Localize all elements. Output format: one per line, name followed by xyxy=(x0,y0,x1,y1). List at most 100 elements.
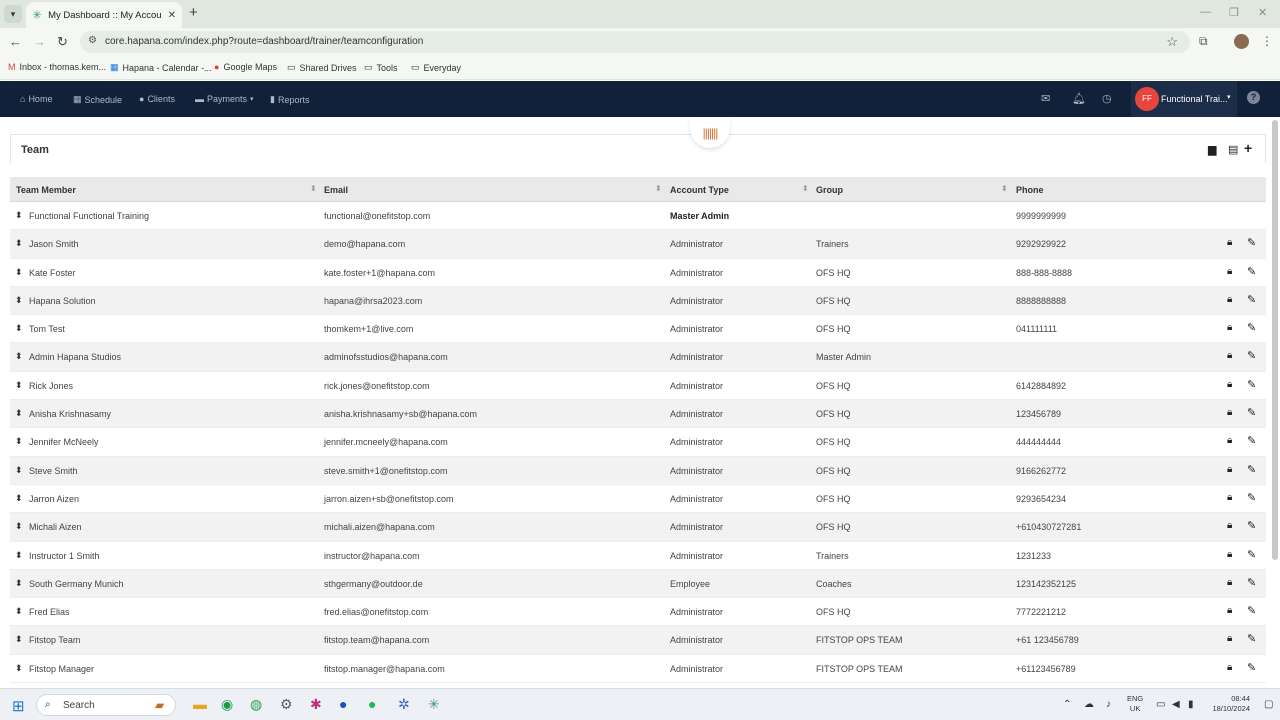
nav-payments[interactable]: ▬ Payments ▾ xyxy=(195,94,254,104)
document-icon[interactable]: ▤ xyxy=(1228,143,1238,156)
table-row[interactable]: ⬍ Jennifer McNeely jennifer.mcneely@hapana… xyxy=(10,428,1266,457)
column-email[interactable]: Email xyxy=(324,185,348,195)
lock-icon[interactable]: 🔒︎ xyxy=(1227,407,1232,418)
nav-reports[interactable]: ▮ Reports xyxy=(270,94,309,105)
lock-icon[interactable]: 🔒︎ xyxy=(1227,435,1232,446)
settings-icon[interactable]: ⚙ xyxy=(280,696,293,713)
lock-icon[interactable]: 🔒︎ xyxy=(1227,294,1232,305)
table-row[interactable]: ⬍ Instructor 1 Smith instructor@hapana.com… xyxy=(10,542,1266,570)
drag-handle-icon[interactable]: ⬍ xyxy=(15,578,23,589)
lock-icon[interactable]: 🔒︎ xyxy=(1227,605,1232,616)
cell-member[interactable]: Fitstop Team xyxy=(29,635,80,645)
cloud-icon[interactable]: ☁ xyxy=(1084,699,1094,710)
drag-handle-icon[interactable]: ⬍ xyxy=(15,295,23,306)
edit-pencil-icon[interactable]: ✎ xyxy=(1247,378,1256,391)
cell-member[interactable]: Kate Foster xyxy=(29,268,76,278)
tab-close-icon[interactable]: ✕ xyxy=(168,10,176,21)
drag-handle-icon[interactable]: ⬍ xyxy=(15,238,23,249)
lock-icon[interactable]: 🔒︎ xyxy=(1227,379,1232,390)
edit-pencil-icon[interactable]: ✎ xyxy=(1247,604,1256,617)
file-explorer-icon[interactable]: ▬ xyxy=(193,696,207,712)
bookmark-google-maps[interactable]: ● Google Maps xyxy=(214,62,277,72)
reload-icon[interactable]: ↻ xyxy=(57,34,68,50)
hapana-app-icon[interactable]: ✳ xyxy=(428,696,440,713)
drag-handle-icon[interactable]: ⬍ xyxy=(15,351,23,362)
lock-icon[interactable]: 🔒︎ xyxy=(1227,520,1232,531)
table-row[interactable]: ⬍ Hapana Solution hapana@ihrsa2023.com Admi… xyxy=(10,286,1266,316)
cell-member[interactable]: Fitstop Manager xyxy=(29,664,94,674)
sort-icon[interactable]: ⬍ xyxy=(310,184,317,193)
tray-chevron-icon[interactable]: ⌃ xyxy=(1063,699,1071,710)
cell-member[interactable]: Steve Smith xyxy=(29,466,78,476)
chrome-icon[interactable]: ◉ xyxy=(221,696,233,713)
drag-handle-icon[interactable]: ⬍ xyxy=(15,436,23,447)
nav-schedule[interactable]: ▦ Schedule xyxy=(73,94,122,105)
column-group[interactable]: Group xyxy=(816,185,843,195)
whatsapp-icon[interactable]: ◍ xyxy=(250,696,262,713)
lock-icon[interactable]: 🔒︎ xyxy=(1227,322,1232,333)
close-window-icon[interactable]: ✕ xyxy=(1258,6,1267,19)
slack-icon[interactable]: ✱ xyxy=(310,696,322,713)
drag-handle-icon[interactable]: ⬍ xyxy=(15,521,23,532)
cell-member[interactable]: Anisha Krishnasamy xyxy=(29,409,111,419)
cell-member[interactable]: Jennifer McNeely xyxy=(29,437,99,447)
edit-pencil-icon[interactable]: ✎ xyxy=(1247,406,1256,419)
sort-icon[interactable]: ⬍ xyxy=(1001,184,1008,193)
drag-handle-icon[interactable]: ⬍ xyxy=(15,465,23,476)
bookmark-everyday[interactable]: ▭ Everyday xyxy=(411,62,461,73)
lock-icon[interactable]: 🔒︎ xyxy=(1227,662,1232,673)
page-scrollbar[interactable] xyxy=(1272,120,1278,560)
table-row[interactable]: ⬍ Fitstop Manager fitstop.manager@hapana.c… xyxy=(10,655,1266,684)
cell-member[interactable]: Instructor 1 Smith xyxy=(29,551,100,561)
bookmark-inbox[interactable]: M Inbox - thomas.kem... xyxy=(8,62,106,72)
sort-icon[interactable]: ⬍ xyxy=(802,184,809,193)
table-row[interactable]: ⬍ Admin Hapana Studios adminofsstudios@hap… xyxy=(10,343,1266,372)
system-clock[interactable]: 08:44 18/10/2024 xyxy=(1208,694,1250,714)
cell-member[interactable]: Michali Aizen xyxy=(29,522,82,532)
app-gear-icon[interactable]: ✲ xyxy=(398,696,410,713)
browser-menu-icon[interactable]: ⋮ xyxy=(1261,34,1273,48)
spotify-icon[interactable]: ● xyxy=(368,696,376,712)
column-phone[interactable]: Phone xyxy=(1016,185,1044,195)
drag-handle-icon[interactable]: ⬍ xyxy=(15,634,23,645)
nav-clients[interactable]: ● Clients xyxy=(139,94,175,104)
drag-handle-icon[interactable]: ⬍ xyxy=(15,606,23,617)
lock-icon[interactable]: 🔒︎ xyxy=(1227,350,1232,361)
table-row[interactable]: ⬍ Jarron Aizen jarron.aizen+sb@onefitstop.… xyxy=(10,485,1266,514)
cell-member[interactable]: Admin Hapana Studios xyxy=(29,352,121,362)
address-bar[interactable]: ⚙ core.hapana.com/index.php?route=dashbo… xyxy=(80,31,1190,53)
language-indicator[interactable]: ENG UK xyxy=(1127,694,1143,714)
bookmark-calendar[interactable]: ▦ Hapana - Calendar -... xyxy=(110,62,212,73)
help-icon[interactable]: ? xyxy=(1247,91,1260,104)
lock-icon[interactable]: 🔒︎ xyxy=(1227,633,1232,644)
table-row[interactable]: ⬍ Anisha Krishnasamy anisha.krishnasamy+sb… xyxy=(10,400,1266,429)
taskbar-search[interactable]: ⌕ Search ▰ xyxy=(36,694,176,716)
bell-icon[interactable]: 🔔︎ xyxy=(1072,92,1086,105)
lock-icon[interactable]: 🔒︎ xyxy=(1227,464,1232,475)
microphone-icon[interactable]: ♪ xyxy=(1106,699,1111,710)
drag-handle-icon[interactable]: ⬍ xyxy=(15,210,23,221)
edit-pencil-icon[interactable]: ✎ xyxy=(1247,576,1256,589)
zoom-icon[interactable]: ● xyxy=(339,696,347,712)
drag-handle-icon[interactable]: ⬍ xyxy=(15,380,23,391)
edit-pencil-icon[interactable]: ✎ xyxy=(1247,548,1256,561)
bookmark-shared-drives[interactable]: ▭ Shared Drives xyxy=(287,62,357,73)
battery-icon[interactable]: ▮ xyxy=(1188,699,1194,710)
drag-handle-icon[interactable]: ⬍ xyxy=(15,267,23,278)
browser-tab-active[interactable]: ✳ My Dashboard :: My Account ✕ xyxy=(26,2,182,28)
edit-pencil-icon[interactable]: ✎ xyxy=(1247,519,1256,532)
bookmark-tools[interactable]: ▭ Tools xyxy=(364,62,398,73)
table-row[interactable]: ⬍ Rick Jones rick.jones@onefitstop.com Admi… xyxy=(10,372,1266,401)
drag-handle-icon[interactable]: ⬍ xyxy=(15,323,23,334)
edit-pencil-icon[interactable]: ✎ xyxy=(1247,265,1256,278)
site-settings-icon[interactable]: ⚙ xyxy=(88,35,97,46)
drag-handle-icon[interactable]: ⬍ xyxy=(15,663,23,674)
bookmark-star-icon[interactable]: ☆ xyxy=(1166,34,1178,50)
table-row[interactable]: ⬍ Fitstop Team fitstop.team@hapana.com Admi… xyxy=(10,626,1266,655)
cell-member[interactable]: Rick Jones xyxy=(29,381,73,391)
edit-pencil-icon[interactable]: ✎ xyxy=(1247,463,1256,476)
lock-icon[interactable]: 🔒︎ xyxy=(1227,549,1232,560)
lock-icon[interactable]: 🔒︎ xyxy=(1227,237,1232,248)
edit-pencil-icon[interactable]: ✎ xyxy=(1247,491,1256,504)
cell-member[interactable]: Jarron Aizen xyxy=(29,494,79,504)
